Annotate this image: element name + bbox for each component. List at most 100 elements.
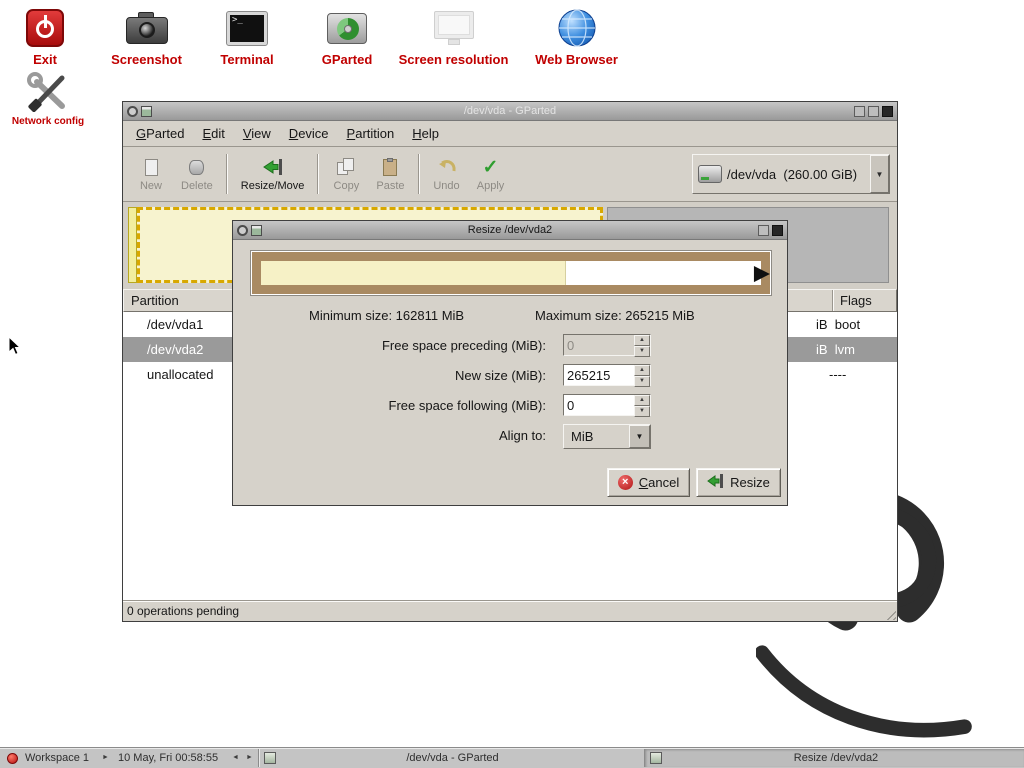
cancel-button[interactable]: × Cancel [607,468,690,497]
workspace-indicator-icon [7,753,18,764]
window-next-icon[interactable]: ► [246,754,253,761]
new-label: New [140,180,162,192]
new-size-label: New size (MiB): [233,368,546,383]
chevron-down-icon: ▼ [876,170,884,179]
taskbar-item-resize-dialog[interactable]: Resize /dev/vda2 [644,749,1024,767]
maximum-size-label: Maximum size: 265215 MiB [535,308,695,323]
used-space-bar [261,261,566,285]
partition-visual-vda1[interactable] [128,207,137,283]
resize-dialog-titlebar[interactable]: Resize /dev/vda2 [233,221,787,240]
free-preceding-row: Free space preceding (MiB): ▲ ▼ [233,334,787,358]
exit-power-icon [13,6,77,50]
column-header-partition[interactable]: Partition [131,293,179,308]
apply-label: Apply [477,180,505,192]
minmax-line: Minimum size: 162811 MiB Maximum size: 2… [233,308,787,324]
resize-dialog-task-icon [650,752,662,764]
terminal-icon: >_ [203,6,291,50]
statusbar: 0 operations pending [123,600,897,621]
desktop-icon-screen-resolution[interactable]: Screen resolution [387,6,520,67]
status-text: 0 operations pending [127,604,239,618]
menu-gparted[interactable]: GParted [127,123,193,144]
spin-down-icon[interactable]: ▼ [634,406,650,417]
window-prev-icon[interactable]: ◄ [232,754,239,761]
align-to-arrow[interactable]: ▼ [629,425,650,448]
desktop-icon-gparted[interactable]: GParted [308,6,386,67]
spin-up-icon[interactable]: ▲ [634,395,650,406]
align-to-dropdown[interactable]: MiB ▼ [563,424,651,449]
window-menu-icon[interactable] [237,225,248,236]
device-selector-arrow[interactable]: ▼ [870,155,889,193]
apply-check-icon: ✓ [483,156,499,178]
menu-device[interactable]: Device [280,123,338,144]
spin-down-icon: ▼ [634,346,650,357]
new-size-spinner[interactable]: ▲ ▼ [563,364,651,386]
close-button[interactable] [772,225,783,236]
minimum-size-label: Minimum size: 162811 MiB [309,308,464,323]
partition-flags: iB boot [816,317,860,332]
desktop-icon-label: Network config [2,116,94,127]
resize-grip[interactable] [883,607,896,620]
resize-slider[interactable]: ▶ [250,250,772,296]
new-size-row: New size (MiB): ▲ ▼ [233,364,787,388]
partition-name: /dev/vda2 [147,342,203,357]
column-divider [832,290,834,311]
resize-move-label: Resize/Move [241,180,305,192]
paste-label: Paste [376,180,404,192]
desktop-icon-screenshot[interactable]: Screenshot [99,6,194,67]
device-selector[interactable]: /dev/vda (260.00 GiB) ▼ [692,154,890,194]
desktop-icon-network-config[interactable]: Network config [2,70,94,127]
undo-button[interactable]: Undo [425,153,469,195]
spinner-buttons[interactable]: ▲ ▼ [634,395,650,415]
spinner-buttons[interactable]: ▲ ▼ [634,365,650,385]
camera-icon [99,6,194,50]
disk-icon [698,165,722,183]
partition-name: /dev/vda1 [147,317,203,332]
task-title: Resize /dev/vda2 [662,752,1024,764]
menu-partition[interactable]: Partition [338,123,404,144]
menu-help[interactable]: Help [403,123,448,144]
workspace-next-icon[interactable]: ► [102,754,109,761]
window-menu-icon[interactable] [127,106,138,117]
spin-up-icon[interactable]: ▲ [634,365,650,376]
delete-partition-button[interactable]: Delete [173,153,221,195]
menu-view[interactable]: View [234,123,280,144]
free-following-input[interactable] [564,395,634,415]
delete-partition-icon [189,156,204,178]
desktop-icon-web-browser[interactable]: Web Browser [519,6,634,67]
close-button[interactable] [882,106,893,117]
copy-button[interactable]: Copy [324,153,368,195]
free-preceding-input [564,335,634,355]
resize-button[interactable]: Resize [696,468,781,497]
spin-down-icon[interactable]: ▼ [634,376,650,387]
resize-icon [707,473,724,492]
paste-button[interactable]: Paste [368,153,412,195]
minimize-button[interactable] [854,106,865,117]
maximize-button[interactable] [868,106,879,117]
free-following-spinner[interactable]: ▲ ▼ [563,394,651,416]
desktop-icon-exit[interactable]: Exit [13,6,77,67]
minimize-button[interactable] [758,225,769,236]
desktop-icon-terminal[interactable]: >_ Terminal [203,6,291,67]
desktop-icon-label: Screen resolution [387,52,520,67]
terminal-prompt-glyph: >_ [230,15,264,42]
free-space-bar [566,261,761,285]
resize-move-button[interactable]: Resize/Move [233,153,313,195]
clock: 10 May, Fri 00:58:55 [118,752,218,764]
apply-button[interactable]: ✓ Apply [469,153,513,195]
desktop-icon-label: Web Browser [519,52,634,67]
grow-handle-icon[interactable]: ▶ [754,263,770,284]
gparted-titlebar[interactable]: /dev/vda - GParted [123,102,897,121]
menu-edit[interactable]: Edit [193,123,233,144]
new-partition-button[interactable]: New [129,153,173,195]
free-preceding-label: Free space preceding (MiB): [233,338,546,353]
menubar: GParted Edit View Device Partition Help [123,121,897,147]
resize-dialog: Resize /dev/vda2 ▶ Minimum size: 162811 … [232,220,788,506]
new-size-input[interactable] [564,365,634,385]
workspace-label[interactable]: Workspace 1 [25,752,89,764]
column-header-flags[interactable]: Flags [840,293,872,308]
window-title: /dev/vda - GParted [123,105,897,117]
toolbar: New Delete Resize/Move Copy Paste [123,147,897,202]
taskbar-item-gparted[interactable]: /dev/vda - GParted [258,749,643,767]
gparted-task-icon [264,752,276,764]
free-following-label: Free space following (MiB): [233,398,546,413]
